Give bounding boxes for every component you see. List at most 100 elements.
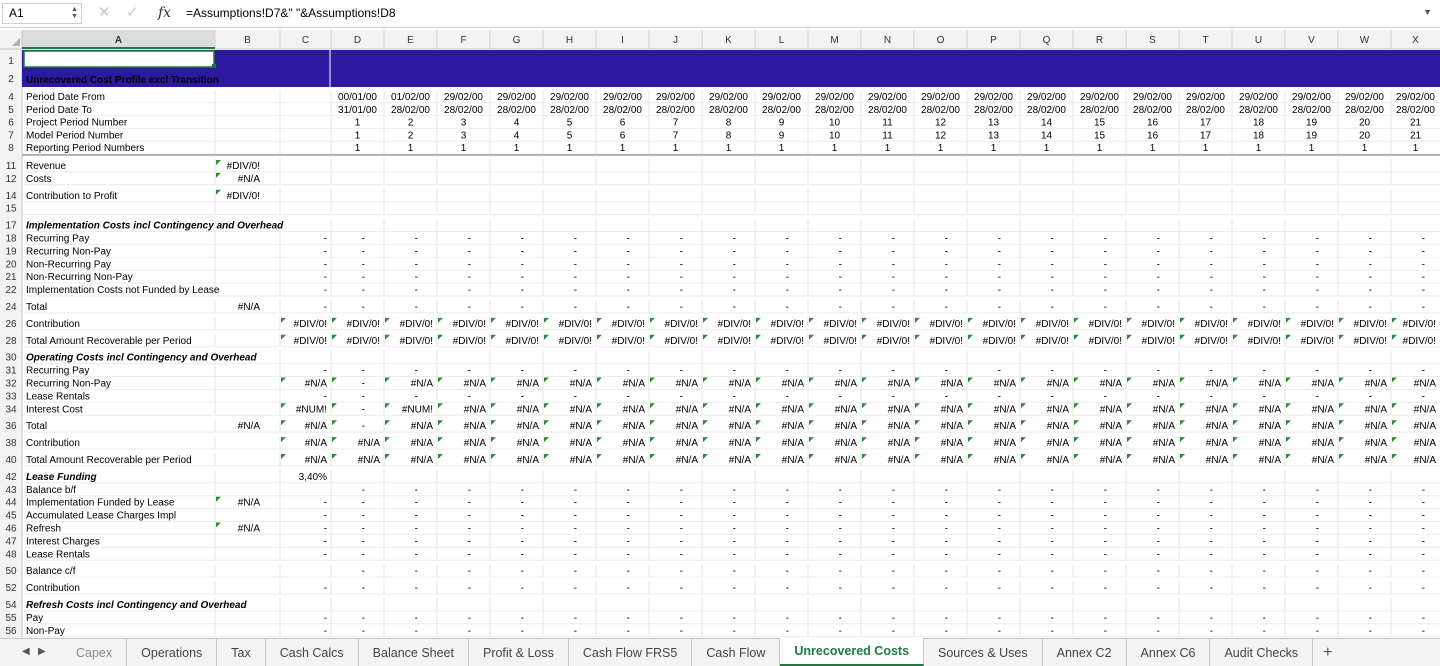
- period-cell: -: [1422, 498, 1425, 509]
- period-value: 28/02/00: [444, 105, 483, 116]
- period-cell: #N/A: [1206, 404, 1229, 415]
- cell-c: #N/A: [305, 438, 328, 449]
- tab-balance-sheet[interactable]: Balance Sheet: [359, 639, 469, 666]
- tab-operations[interactable]: Operations: [127, 639, 218, 666]
- period-value: 28/02/00: [815, 105, 854, 116]
- tab-cash-flow[interactable]: Cash Flow: [692, 639, 781, 666]
- period-cell: -: [892, 549, 895, 560]
- formula-input[interactable]: =Assumptions!D7&" "&Assumptions!D8: [186, 5, 396, 21]
- period-value: 28/02/00: [1133, 105, 1172, 116]
- period-cell: #DIV/0!: [930, 319, 963, 330]
- period-cell: #N/A: [888, 379, 911, 390]
- period-cell: #N/A: [1414, 455, 1437, 466]
- period-cell: #N/A: [994, 404, 1017, 415]
- period-value: 28/02/00: [497, 105, 536, 116]
- period-cell: #N/A: [1259, 438, 1282, 449]
- period-cell: #DIV/0!: [612, 319, 645, 330]
- period-cell: #DIV/0!: [559, 336, 592, 347]
- period-value: 19: [1306, 118, 1318, 129]
- period-cell: -: [839, 626, 842, 637]
- period-cell: -: [1369, 583, 1372, 594]
- period-cell: -: [1316, 566, 1319, 577]
- period-value: 5: [567, 130, 573, 141]
- function-icon[interactable]: fx: [158, 3, 171, 23]
- column-header-m: M: [830, 35, 838, 46]
- period-cell: -: [786, 366, 789, 377]
- period-cell: -: [1157, 234, 1160, 245]
- period-cell: #DIV/0!: [1195, 336, 1228, 347]
- tab-unrecovered-costs[interactable]: Unrecovered Costs: [780, 638, 925, 666]
- period-cell: -: [892, 259, 895, 270]
- period-value: 1: [726, 143, 732, 154]
- period-cell: #N/A: [994, 379, 1017, 390]
- period-cell: #DIV/0!: [771, 336, 804, 347]
- period-cell: -: [680, 536, 683, 547]
- period-cell: -: [839, 272, 842, 283]
- cancel-icon[interactable]: ✕: [98, 4, 111, 22]
- period-cell: -: [521, 536, 524, 547]
- cell-d: -: [362, 379, 365, 390]
- period-cell: -: [1104, 511, 1107, 522]
- row-label: Implementation Costs incl Contingency an…: [26, 221, 284, 232]
- period-cell: #N/A: [1047, 455, 1070, 466]
- check-icon[interactable]: ✓: [126, 4, 139, 22]
- tab-profit-loss[interactable]: Profit & Loss: [469, 639, 569, 666]
- period-cell: #DIV/0!: [1301, 336, 1334, 347]
- period-cell: -: [1104, 524, 1107, 535]
- tab-tax[interactable]: Tax: [217, 639, 266, 666]
- period-value: 1: [408, 143, 414, 154]
- period-cell: -: [733, 259, 736, 270]
- period-cell: #N/A: [941, 455, 964, 466]
- add-sheet-button[interactable]: +: [1313, 639, 1342, 666]
- tab-audit-checks[interactable]: Audit Checks: [1210, 639, 1314, 666]
- name-box[interactable]: A1 ▲ ▼: [2, 3, 82, 24]
- row-label: Contribution: [26, 438, 80, 449]
- period-cell: -: [468, 613, 471, 624]
- row-header: 7: [8, 130, 14, 141]
- period-cell: -: [945, 549, 948, 560]
- period-cell: #N/A: [1153, 438, 1176, 449]
- next-sheet-icon[interactable]: ▶: [38, 646, 46, 657]
- period-cell: -: [521, 285, 524, 296]
- period-cell: -: [521, 391, 524, 402]
- period-value: 1: [1309, 143, 1315, 154]
- tab-cash-flow-frs5[interactable]: Cash Flow FRS5: [569, 639, 693, 666]
- chevron-down-icon[interactable]: ▼: [1423, 7, 1432, 17]
- period-cell: -: [1210, 246, 1213, 257]
- period-value: 1: [832, 143, 838, 154]
- period-cell: -: [627, 234, 630, 245]
- period-value: 28/02/00: [709, 105, 748, 116]
- tab-cash-calcs[interactable]: Cash Calcs: [266, 639, 359, 666]
- period-cell: -: [1369, 272, 1372, 283]
- tab-annex-c2[interactable]: Annex C2: [1043, 639, 1127, 666]
- period-cell: -: [680, 485, 683, 496]
- cell-c: -: [324, 524, 327, 535]
- tab-annex-c6[interactable]: Annex C6: [1127, 639, 1211, 666]
- tab-capex[interactable]: Capex: [62, 639, 128, 666]
- period-cell: #DIV/0!: [1248, 336, 1281, 347]
- period-cell: -: [415, 536, 418, 547]
- period-cell: -: [892, 613, 895, 624]
- cell-c: #N/A: [305, 455, 328, 466]
- spreadsheet-grid[interactable]: A B C D E F G H I J K L M N O P Q R S T U V W X Unrecovered Cost…: [0, 28, 1440, 638]
- period-cell: #DIV/0!: [665, 336, 698, 347]
- period-cell: #N/A: [729, 379, 752, 390]
- period-cell: #DIV/0!: [1354, 319, 1387, 330]
- period-cell: #N/A: [782, 438, 805, 449]
- period-cell: -: [1051, 366, 1054, 377]
- period-cell: #DIV/0!: [506, 336, 539, 347]
- name-box-stepper-icon[interactable]: ▲ ▼: [71, 6, 78, 20]
- cell-c: -: [324, 272, 327, 283]
- row-label: Total Amount Recoverable per Period: [26, 336, 192, 347]
- period-cell: -: [468, 524, 471, 535]
- previous-sheet-icon[interactable]: ◀: [22, 646, 30, 657]
- period-cell: -: [521, 234, 524, 245]
- period-cell: #N/A: [1100, 438, 1123, 449]
- period-cell: -: [1157, 302, 1160, 313]
- period-cell: -: [521, 366, 524, 377]
- period-cell: -: [998, 485, 1001, 496]
- column-header-j: J: [673, 35, 678, 46]
- period-cell: -: [1263, 285, 1266, 296]
- tab-sources-uses[interactable]: Sources & Uses: [924, 639, 1043, 666]
- sheet-canvas[interactable]: A B C D E F G H I J K L M N O P Q R S T U V W X Unrecovered Cost…: [0, 28, 1440, 638]
